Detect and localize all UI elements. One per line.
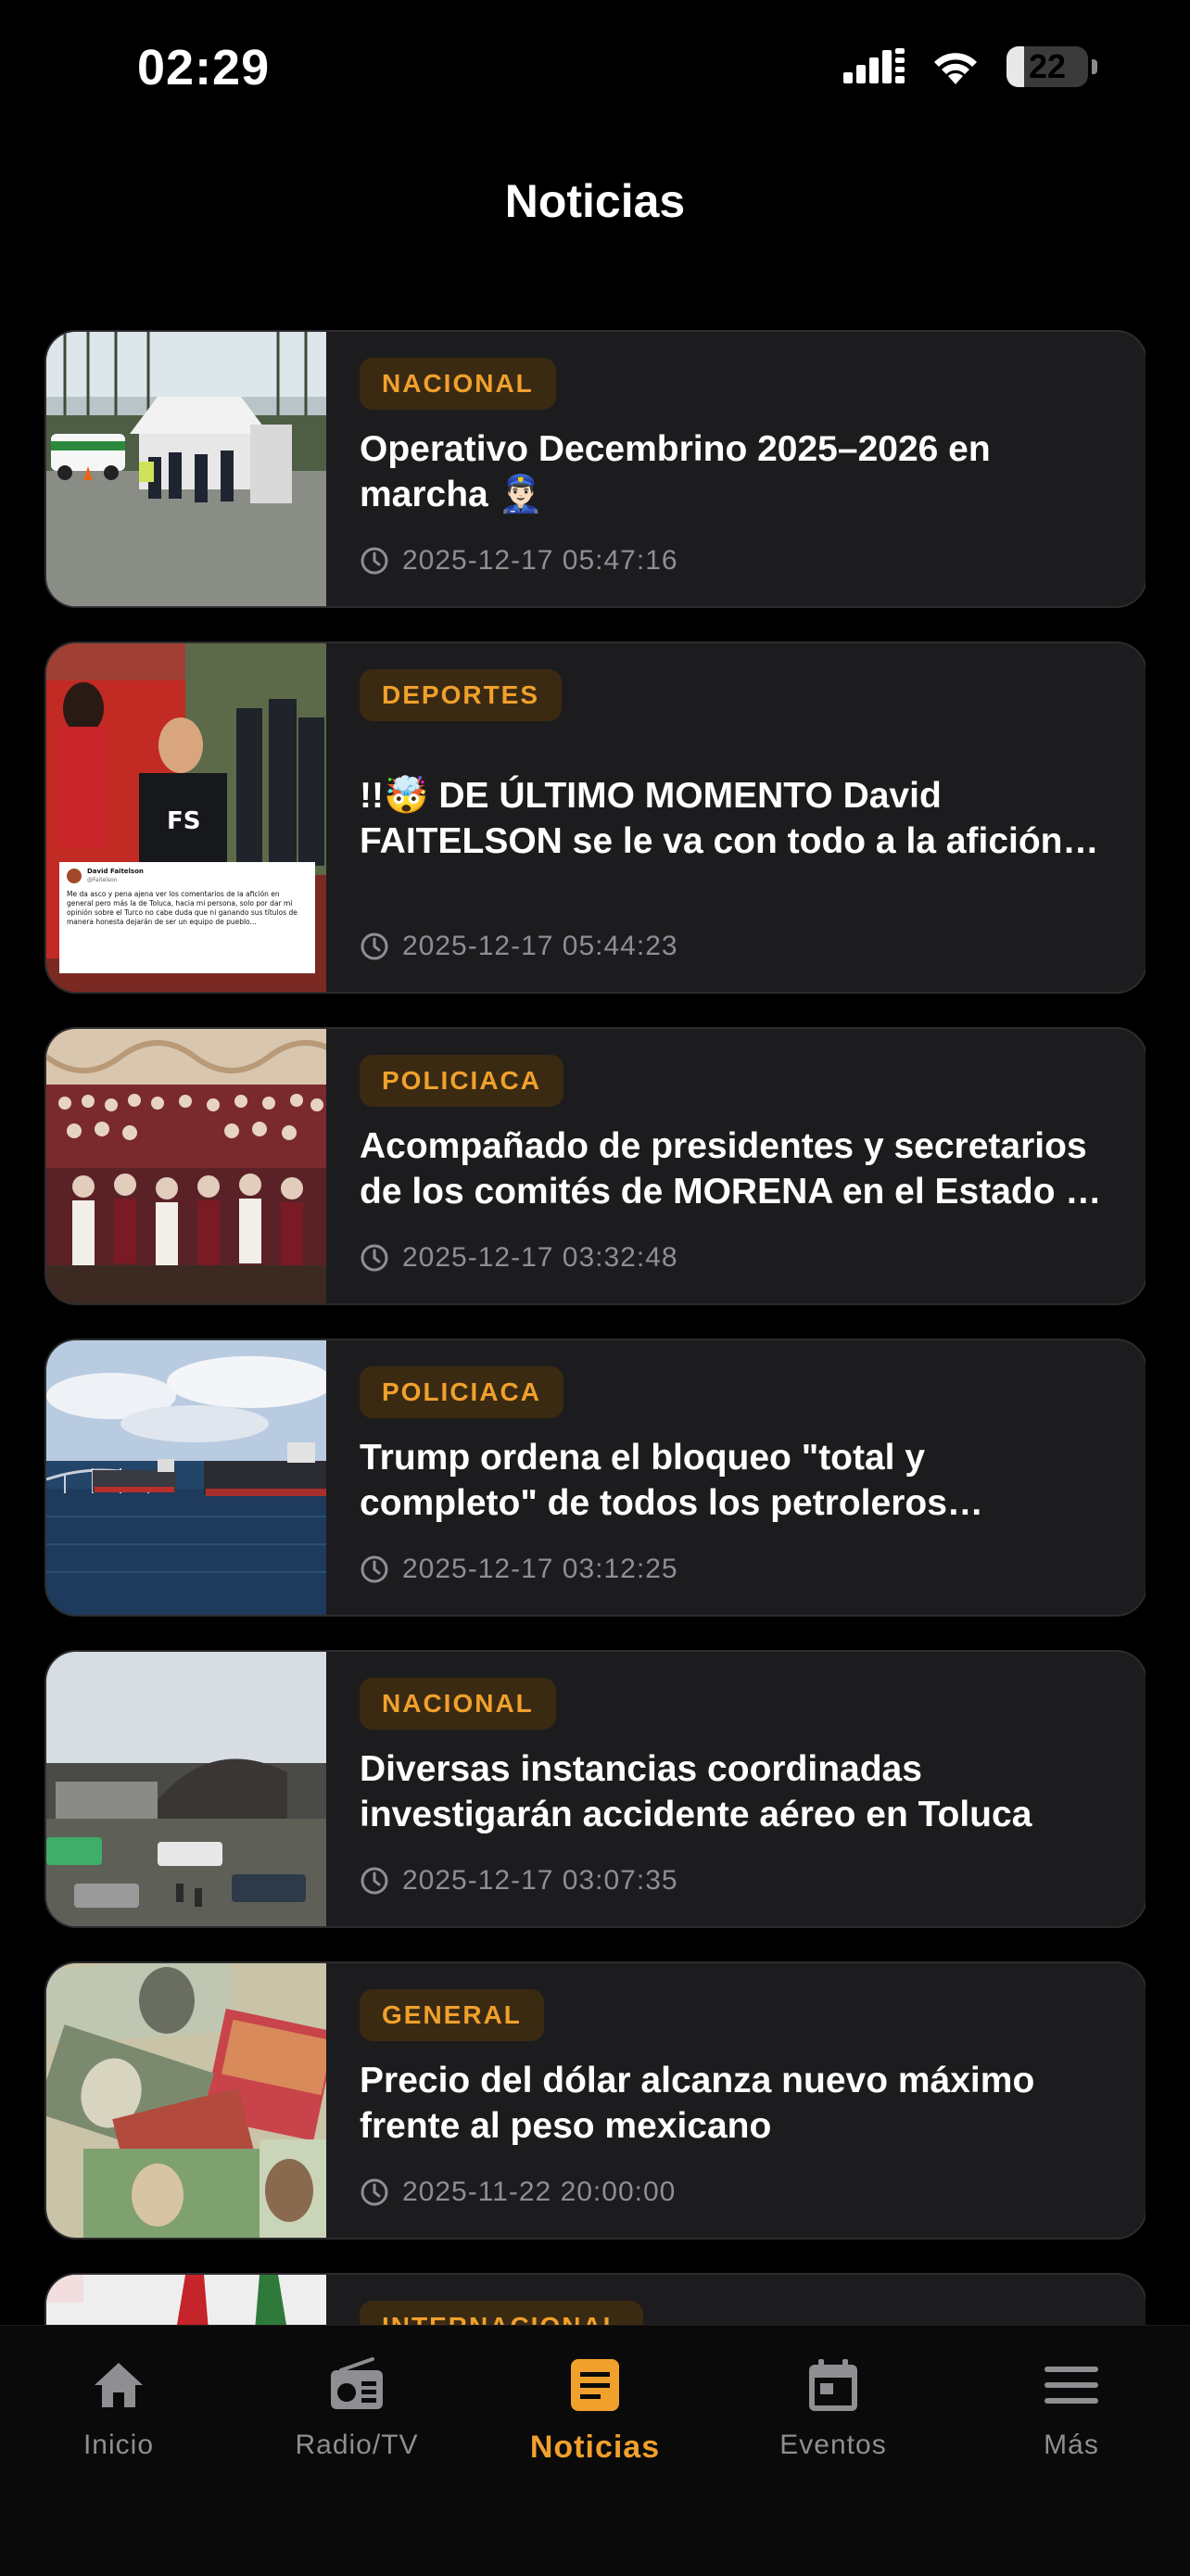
- news-meta: 2025-12-17 05:47:16: [360, 545, 678, 577]
- news-thumbnail: FS David Faitelson @Faitelson Me da asco…: [46, 643, 326, 992]
- category-badge: DEPORTES: [360, 669, 563, 721]
- tab-noticias[interactable]: Noticias: [476, 2348, 714, 2466]
- calendar-icon: [809, 2359, 857, 2411]
- tab-label: Más: [1044, 2430, 1099, 2460]
- news-icon: [571, 2359, 619, 2411]
- news-card-body: POLICIACA Trump ordena el bloqueo "total…: [326, 1340, 1146, 1615]
- status-time: 02:29: [137, 40, 271, 95]
- battery-indicator: 22: [1006, 46, 1088, 87]
- news-title[interactable]: Operativo Decembrino 2025–2026 en marcha…: [360, 426, 1112, 517]
- category-badge: INTERNACIONAL: [360, 2301, 643, 2325]
- news-card[interactable]: POLICIACA Trump ordena el bloqueo "total…: [44, 1339, 1146, 1617]
- radio-icon: [331, 2357, 383, 2409]
- tab-label: Radio/TV: [295, 2430, 419, 2460]
- cellular-signal-icon: [843, 48, 905, 83]
- tab-label: Eventos: [779, 2430, 887, 2460]
- tab-radio-tv[interactable]: Radio/TV: [238, 2348, 475, 2461]
- news-datetime: 2025-12-17 03:32:48: [402, 1242, 678, 1273]
- clock-icon: [361, 547, 388, 575]
- news-card-body: NACIONAL Operativo Decembrino 2025–2026 …: [326, 332, 1146, 606]
- news-card[interactable]: NACIONAL Diversas instancias coordinadas…: [44, 1650, 1146, 1928]
- tab-label: Inicio: [82, 2430, 155, 2460]
- news-meta: 2025-12-17 05:44:23: [360, 931, 678, 962]
- news-datetime: 2025-12-17 05:44:23: [402, 931, 678, 961]
- news-card[interactable]: INTERNACIONAL: [44, 2273, 1146, 2325]
- news-title[interactable]: Diversas instancias coordinadas investig…: [360, 1746, 1112, 1837]
- news-meta: 2025-11-22 20:00:00: [360, 2176, 676, 2208]
- category-badge: POLICIACA: [360, 1366, 563, 1418]
- tweet-card: David Faitelson @Faitelson Me da asco y …: [59, 862, 315, 973]
- news-thumbnail: [46, 1340, 326, 1615]
- news-meta: 2025-12-17 03:07:35: [360, 1865, 678, 1897]
- news-thumbnail: [46, 2275, 326, 2325]
- tweet-author: David Faitelson: [87, 868, 144, 875]
- clock-icon: [361, 2178, 388, 2206]
- clock-icon: [361, 933, 388, 960]
- news-datetime: 2025-12-17 03:12:25: [402, 1554, 678, 1584]
- news-title[interactable]: !!🤯 DE ÚLTIMO MOMENTO David FAITELSON se…: [360, 773, 1112, 864]
- wifi-icon: [934, 53, 977, 84]
- clock-icon: [361, 1244, 388, 1272]
- home-icon: [95, 2363, 143, 2407]
- news-card[interactable]: NACIONAL Operativo Decembrino 2025–2026 …: [44, 330, 1146, 608]
- news-title[interactable]: Precio del dólar alcanza nuevo máximo fr…: [360, 2058, 1112, 2149]
- news-card[interactable]: FS David Faitelson @Faitelson Me da asco…: [44, 641, 1146, 994]
- news-thumbnail: [46, 1963, 326, 2238]
- news-datetime: 2025-12-17 05:47:16: [402, 545, 678, 576]
- news-datetime: 2025-11-22 20:00:00: [402, 2176, 677, 2207]
- clock-icon: [361, 1867, 388, 1895]
- news-card-body: NACIONAL Diversas instancias coordinadas…: [326, 1652, 1146, 1926]
- news-card-body: POLICIACA Acompañado de presidentes y se…: [326, 1029, 1146, 1303]
- tab-mas[interactable]: Más: [953, 2348, 1190, 2461]
- news-thumbnail: [46, 332, 326, 606]
- avatar: [67, 869, 82, 883]
- news-card[interactable]: POLICIACA Acompañado de presidentes y se…: [44, 1027, 1146, 1305]
- news-datetime: 2025-12-17 03:07:35: [402, 1865, 678, 1896]
- tab-eventos[interactable]: Eventos: [715, 2348, 952, 2461]
- category-badge: NACIONAL: [360, 358, 556, 410]
- tab-inicio[interactable]: Inicio: [0, 2348, 237, 2461]
- page-title: Noticias: [504, 175, 686, 227]
- status-bar: 02:29 22: [0, 0, 1190, 139]
- svg-text:FS: FS: [167, 807, 201, 835]
- status-indicators: 22: [843, 46, 1097, 87]
- news-card-body: GENERAL Precio del dólar alcanza nuevo m…: [326, 1963, 1146, 2238]
- battery-level: 22: [1028, 47, 1067, 85]
- news-thumbnail: [46, 1029, 326, 1303]
- news-meta: 2025-12-17 03:32:48: [360, 1242, 678, 1274]
- tab-bar: Inicio Radio/TV Noticias Eventos Más: [0, 2325, 1190, 2576]
- tab-label: Noticias: [529, 2430, 661, 2465]
- menu-icon: [1044, 2367, 1098, 2404]
- category-badge: POLICIACA: [360, 1055, 563, 1107]
- tweet-handle: @Faitelson: [87, 877, 118, 883]
- tweet-text: Me da asco y pena ajena ver los comentar…: [67, 890, 298, 926]
- clock-icon: [361, 1555, 388, 1583]
- news-card-body: DEPORTES !!🤯 DE ÚLTIMO MOMENTO David FAI…: [326, 643, 1146, 992]
- news-card-body: INTERNACIONAL: [326, 2275, 1146, 2325]
- battery-nub: [1092, 59, 1097, 74]
- news-meta: 2025-12-17 03:12:25: [360, 1554, 678, 1585]
- news-feed[interactable]: NACIONAL Operativo Decembrino 2025–2026 …: [44, 330, 1146, 2325]
- category-badge: GENERAL: [360, 1989, 544, 2041]
- news-card[interactable]: GENERAL Precio del dólar alcanza nuevo m…: [44, 1961, 1146, 2240]
- category-badge: NACIONAL: [360, 1678, 556, 1730]
- news-title[interactable]: Acompañado de presidentes y secretarios …: [360, 1123, 1112, 1214]
- news-title[interactable]: Trump ordena el bloqueo "total y complet…: [360, 1435, 1112, 1526]
- news-thumbnail: [46, 1652, 326, 1926]
